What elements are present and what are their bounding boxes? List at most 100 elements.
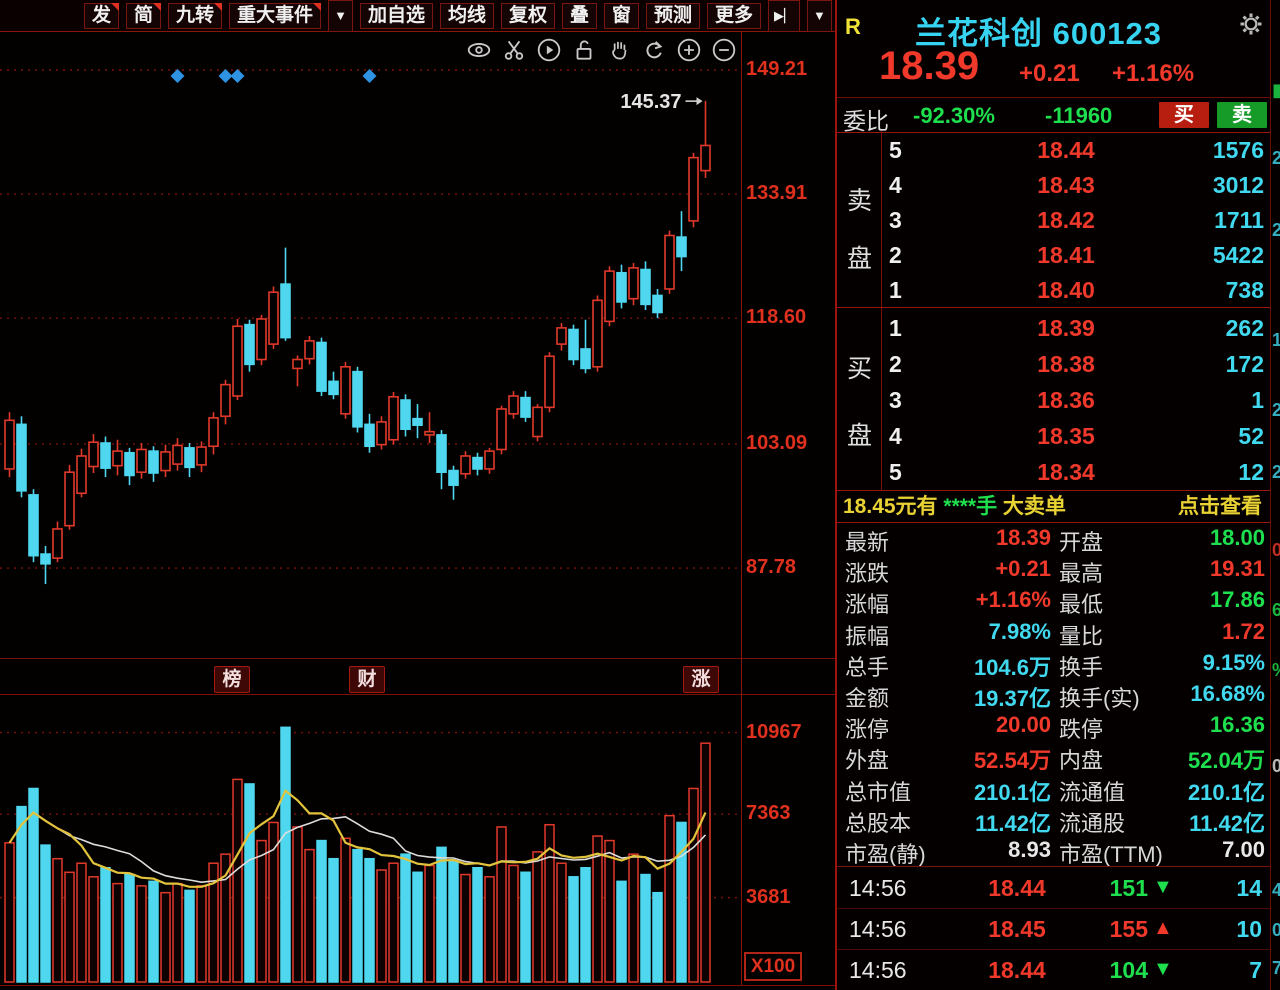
toolbar-item-add-watchlist[interactable]: 加自选	[359, 2, 433, 29]
stat-value: +0.21	[995, 556, 1051, 582]
sell-row-3[interactable]: 3 18.42 1711	[881, 203, 1270, 238]
tick-transactions-list[interactable]: 14:56 18.44 151 ▼ 14 14:56 18.45 155 ▲ 10 14:56 18.…	[837, 866, 1270, 990]
stat-label: 市盈(静)	[845, 842, 926, 867]
tick-price: 18.44	[988, 957, 1046, 983]
price: 18.40	[1037, 277, 1095, 303]
stat-label: 外盘	[845, 748, 890, 774]
eye-icon[interactable]	[466, 37, 492, 63]
zoom-in-icon[interactable]	[676, 37, 702, 63]
price: 18.39	[1037, 315, 1095, 341]
toolbar-item-forecast[interactable]: 预测	[646, 2, 701, 29]
price-axis-label: 118.60	[746, 306, 807, 329]
stat-label: 跌停	[1059, 717, 1104, 743]
buy-row-5[interactable]: 5 18.34 12	[881, 455, 1270, 491]
volume: 1711	[1214, 207, 1264, 233]
buy-row-2[interactable]: 2 18.38 172	[881, 347, 1270, 383]
edge-fragment: 2	[1272, 462, 1280, 483]
level: 1	[889, 277, 902, 303]
alert-stars: ****	[943, 495, 977, 518]
edge-fragment: 2	[1272, 148, 1280, 169]
price: 18.36	[1037, 387, 1095, 413]
toolbar-item-caret[interactable]: ▼	[807, 0, 832, 32]
volume-axis-label: 10967	[746, 720, 802, 743]
stock-trading-app: 发简九转 重大事件 ▼ 加自选 均线 复权叠窗预测 更多 ▶▏ ▼ 145.37 149.21 1…	[0, 0, 1280, 990]
stat-value: 7.00	[1222, 837, 1265, 862]
tick-count: 10	[1236, 916, 1262, 942]
toolbar-item-moving-average[interactable]: 均线	[439, 2, 494, 29]
hand-icon[interactable]	[606, 37, 632, 63]
edge-fragment: 0	[1272, 920, 1280, 941]
weibi-row: 委比 -92.30% -11960 买 卖	[837, 97, 1270, 134]
unlock-icon[interactable]	[571, 37, 597, 63]
tick-count: 14	[1236, 875, 1262, 901]
tick-time: 14:56	[849, 957, 907, 983]
price-axis-label: 87.78	[746, 556, 797, 578]
price-axis-label: 149.21	[746, 58, 808, 80]
candlestick-chart[interactable]: 145.37	[0, 32, 741, 659]
stat-label: 换手	[1059, 654, 1104, 680]
stat-value: 9.15%	[1202, 649, 1265, 675]
sell-button[interactable]: 卖	[1217, 102, 1267, 128]
event-marker-榜[interactable]: 榜	[214, 666, 250, 693]
buy-row-1[interactable]: 1 18.39 262	[881, 311, 1270, 347]
toolbar-item-more[interactable]: 更多	[707, 2, 762, 29]
tick-lots: 151	[1109, 875, 1148, 901]
stat-value: +1.16%	[975, 587, 1051, 613]
volume-chart[interactable]	[0, 695, 741, 985]
stat-value: 18.00	[1209, 525, 1265, 550]
play-circle-icon[interactable]	[536, 37, 562, 63]
adjust-mode-badge[interactable]: R	[845, 14, 861, 40]
edge-fragment: 2	[1272, 400, 1280, 421]
toolbar-item-nine-turn[interactable]: 九转	[168, 2, 223, 29]
volume: 1576	[1212, 137, 1264, 163]
price: 18.43	[1037, 172, 1095, 198]
buy-button[interactable]: 买	[1159, 102, 1209, 128]
sell-row-5[interactable]: 5 18.44 1576	[881, 133, 1270, 168]
quote-header: R 兰花科创 600123 18.39 +0.21 +1.16%	[837, 0, 1270, 97]
stat-value: 104.6万	[973, 654, 1051, 680]
gear-icon[interactable]	[1237, 10, 1265, 38]
toolbar-item-next-period[interactable]: ▶▏	[768, 0, 801, 32]
buy-row-3[interactable]: 3 18.36 1	[881, 383, 1270, 419]
tick-time: 14:56	[849, 875, 907, 901]
toolbar-item-adjust[interactable]: 复权	[500, 2, 555, 29]
volume: 172	[1225, 351, 1264, 377]
price-change: +0.21	[1019, 60, 1080, 87]
stat-value: 11.42亿	[975, 810, 1051, 836]
stat-value: 19.37亿	[973, 686, 1051, 711]
stats-panel: 最新 18.39 开盘 18.00 涨跌 +0.21 最高 19.31 涨幅 +1.16% 最低 17…	[837, 523, 1270, 867]
down-arrow-icon: ▼	[1153, 876, 1173, 898]
edge-fragment: %	[1272, 660, 1280, 681]
toolbar-item-overlay[interactable]: 叠	[561, 2, 597, 29]
toolbar-item-fa[interactable]: 发	[84, 2, 120, 29]
level: 2	[889, 351, 902, 377]
buy-label-2: 盘	[847, 422, 873, 450]
alert-price-text: 18.45元有	[843, 495, 944, 518]
toolbar-item-events-caret[interactable]: ▼	[328, 0, 353, 32]
alert-view-link[interactable]: 点击查看	[1178, 491, 1262, 522]
event-marker-涨[interactable]: 涨	[683, 666, 719, 693]
toolbar-item-window[interactable]: 窗	[604, 2, 640, 29]
undo-icon[interactable]	[641, 37, 667, 63]
stat-label: 金额	[845, 686, 890, 711]
edge-fragment: 6	[1272, 600, 1280, 621]
event-marker-财[interactable]: 财	[349, 666, 385, 693]
tick-row: 14:56 18.44 104 ▼ 7	[837, 949, 1270, 990]
stat-label: 开盘	[1059, 530, 1104, 555]
stat-label: 振幅	[845, 623, 890, 649]
stat-label: 流通股	[1059, 810, 1126, 836]
sell-row-4[interactable]: 4 18.43 3012	[881, 168, 1270, 203]
edge-fragment: ▮	[1272, 80, 1280, 101]
stat-label: 最新	[845, 530, 890, 555]
edge-fragment: 0	[1272, 540, 1280, 561]
zoom-out-icon[interactable]	[711, 37, 737, 63]
toolbar-item-major-events[interactable]: 重大事件	[229, 2, 322, 29]
sell-row-2[interactable]: 2 18.41 5422	[881, 238, 1270, 273]
buy-row-4[interactable]: 4 18.35 52	[881, 419, 1270, 455]
sell-row-1[interactable]: 1 18.40 738	[881, 273, 1270, 308]
scissors-icon[interactable]	[501, 37, 527, 63]
toolbar-item-jian[interactable]: 简	[126, 2, 162, 29]
stat-label: 涨幅	[845, 592, 890, 618]
large-order-alert-banner[interactable]: 18.45元有 ****手 大卖单 点击查看	[837, 490, 1270, 523]
stat-label: 总手	[845, 654, 890, 680]
